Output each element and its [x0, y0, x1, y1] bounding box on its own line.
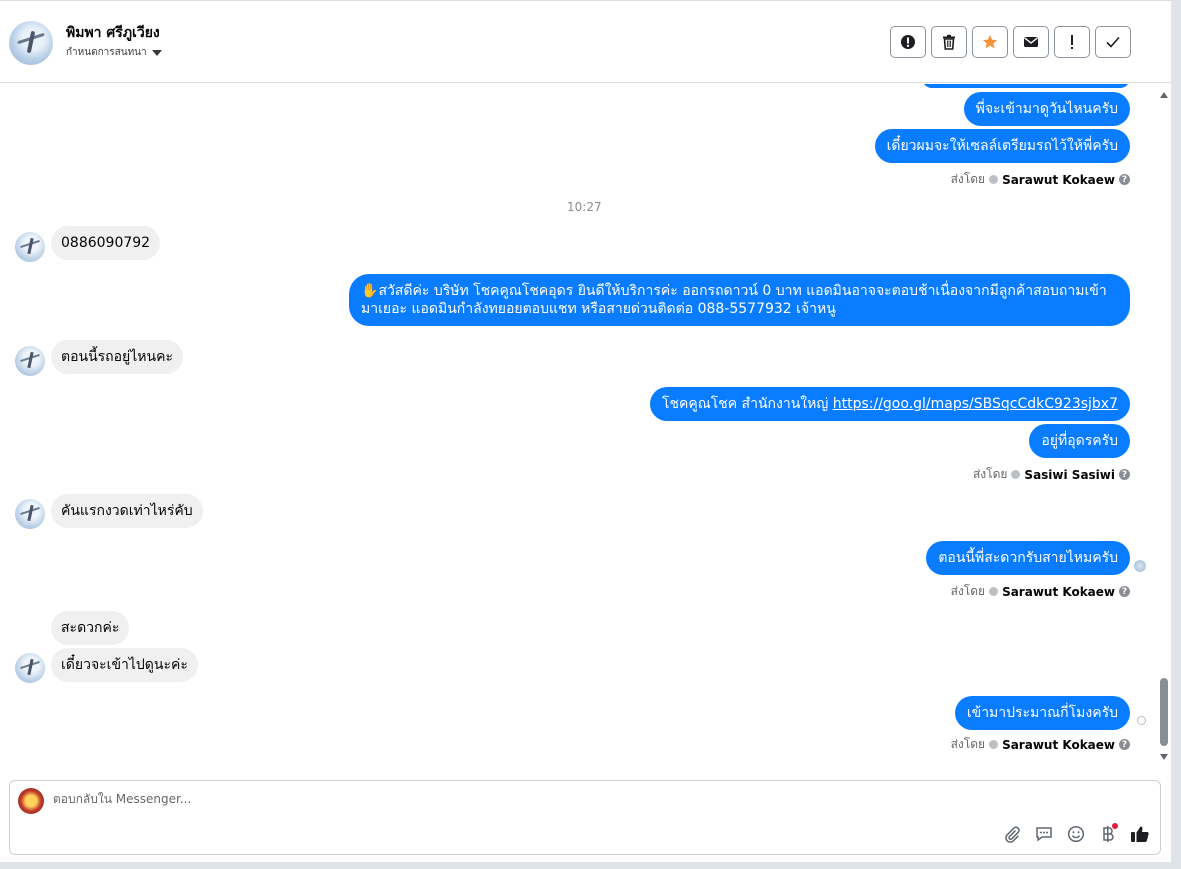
message-thread[interactable]: พี่จะเข้ามาดูวันไหนครับ เดี๋ยวผมจะให้เซล…	[0, 84, 1158, 769]
sent-by-label: ส่งโดย	[950, 584, 986, 598]
conversation-schedule-dropdown[interactable]: กำหนดการสนทนา	[66, 45, 162, 60]
contact-avatar-small[interactable]	[15, 653, 45, 683]
sender-name[interactable]: Sarawut Kokaew	[1002, 738, 1115, 752]
schedule-label: กำหนดการสนทนา	[66, 47, 147, 58]
admin-badge-icon	[989, 175, 999, 184]
timestamp: 10:27	[567, 200, 602, 214]
message-bubble-outgoing[interactable]: พี่จะเข้ามาดูวันไหนครับ	[963, 92, 1130, 126]
sent-by-label: ส่งโดย	[950, 172, 986, 186]
emoji-icon	[1067, 825, 1084, 842]
like-button[interactable]	[1129, 823, 1150, 844]
star-icon	[982, 35, 998, 49]
message-bubble-incoming[interactable]: 0886090792	[51, 226, 161, 260]
scroll-thumb[interactable]	[1160, 678, 1168, 746]
admin-badge-icon	[989, 740, 999, 749]
delete-button[interactable]	[931, 26, 967, 58]
sender-name[interactable]: Sasiwi Sasiwi	[1024, 468, 1115, 482]
message-text: โชคคูณโชค สำนักงานใหญ่	[661, 396, 833, 412]
message-bubble-incoming[interactable]: คันแรกงวดเท่าไหร่คับ	[51, 494, 203, 528]
sender-name[interactable]: Sarawut Kokaew	[1002, 585, 1115, 599]
reply-input[interactable]	[53, 792, 653, 806]
window-edge	[1171, 0, 1181, 869]
saved-reply-icon	[1035, 826, 1052, 841]
contact-avatar-small[interactable]	[15, 346, 45, 376]
message-text: สวัสดีค่ะ บริษัท โชคคูณโชคอุดร ยินดีให้บ…	[361, 283, 1107, 317]
notification-dot	[1112, 823, 1118, 829]
raised-hand-icon: ✋	[361, 283, 379, 299]
envelope-icon	[1024, 37, 1038, 47]
sent-by-info: ส่งโดย Sasiwi Sasiwi ?	[973, 465, 1130, 484]
message-bubble-outgoing[interactable]: โชคคูณโชค สำนักงานใหญ่ https://goo.gl/ma…	[649, 387, 1130, 421]
contact-avatar-small[interactable]	[15, 232, 45, 262]
message-bubble-incoming[interactable]: เดี๋ยวจะเข้าไปดูนะค่ะ	[51, 648, 198, 682]
mark-unread-button[interactable]	[1013, 26, 1049, 58]
conversation-toolbar	[890, 26, 1131, 58]
scroll-up-arrow-icon[interactable]	[1160, 92, 1168, 98]
done-button[interactable]	[1095, 26, 1131, 58]
thread-scrollbar[interactable]	[1157, 84, 1171, 769]
thumbs-up-icon	[1130, 826, 1149, 842]
message-bubble-incoming[interactable]: สะดวกค่ะ	[51, 611, 130, 645]
contact-avatar-small[interactable]	[15, 499, 45, 529]
reply-composer	[9, 780, 1161, 855]
admin-badge-icon	[989, 587, 999, 596]
sent-by-label: ส่งโดย	[950, 737, 986, 751]
message-bubble-outgoing[interactable]: เดี๋ยวผมจะให้เซลล์เตรียมรถไว้ให้พี่ครับ	[874, 129, 1130, 163]
conversation-header: พิมพา ศรีภูเวียง กำหนดการสนทนา	[0, 1, 1171, 83]
trash-icon	[943, 34, 955, 50]
message-bubble-outgoing[interactable]: เข้ามาประมาณกี่โมงครับ	[954, 696, 1130, 730]
composer-actions	[1001, 823, 1150, 844]
sent-by-info: ส่งโดย Sarawut Kokaew ?	[951, 582, 1130, 601]
message-bubble-partial[interactable]	[922, 84, 1130, 88]
admin-badge-icon	[1011, 470, 1021, 479]
message-bubble-outgoing[interactable]: ตอนนี้พี่สะดวกรับสายไหมครับ	[926, 541, 1130, 575]
page-avatar	[18, 788, 44, 814]
message-bubble-outgoing[interactable]: ✋สวัสดีค่ะ บริษัท โชคคูณโชคอุดร ยินดีให้…	[349, 274, 1130, 326]
contact-name[interactable]: พิมพา ศรีภูเวียง	[66, 22, 160, 44]
follow-up-button[interactable]	[1054, 26, 1090, 58]
spam-button[interactable]	[890, 26, 926, 58]
sent-by-info: ส่งโดย Sarawut Kokaew ?	[951, 735, 1130, 754]
star-button[interactable]	[972, 26, 1008, 58]
scroll-down-arrow-icon[interactable]	[1160, 754, 1168, 760]
emoji-button[interactable]	[1065, 823, 1086, 844]
inbox-panel: พิมพา ศรีภูเวียง กำหนดการสนทนา พี่จะเข้า…	[0, 0, 1171, 863]
seen-avatar-icon	[1134, 560, 1146, 572]
check-icon	[1106, 36, 1120, 48]
exclamation-icon	[1071, 35, 1073, 49]
help-icon[interactable]: ?	[1119, 586, 1130, 597]
help-icon[interactable]: ?	[1119, 739, 1130, 750]
paperclip-icon	[1004, 826, 1020, 843]
saved-replies-button[interactable]	[1033, 823, 1054, 844]
help-icon[interactable]: ?	[1119, 174, 1130, 185]
attach-button[interactable]	[1001, 823, 1022, 844]
map-link[interactable]: https://goo.gl/maps/SBSqcCdkC923sjbx7	[833, 396, 1118, 412]
sent-by-label: ส่งโดย	[972, 467, 1008, 481]
message-bubble-incoming[interactable]: ตอนนี้รถอยู่ไหนคะ	[51, 340, 183, 374]
alert-circle-icon	[901, 35, 915, 49]
window-edge-bottom	[0, 862, 1181, 869]
sender-name[interactable]: Sarawut Kokaew	[1002, 173, 1115, 187]
help-icon[interactable]: ?	[1119, 469, 1130, 480]
sent-check-icon	[1137, 716, 1146, 725]
message-bubble-outgoing[interactable]: อยู่ที่อุดรครับ	[1029, 424, 1130, 458]
payment-button[interactable]	[1097, 823, 1118, 844]
caret-down-icon	[151, 49, 162, 56]
sent-by-info: ส่งโดย Sarawut Kokaew ?	[951, 170, 1130, 189]
contact-avatar[interactable]	[9, 21, 53, 65]
